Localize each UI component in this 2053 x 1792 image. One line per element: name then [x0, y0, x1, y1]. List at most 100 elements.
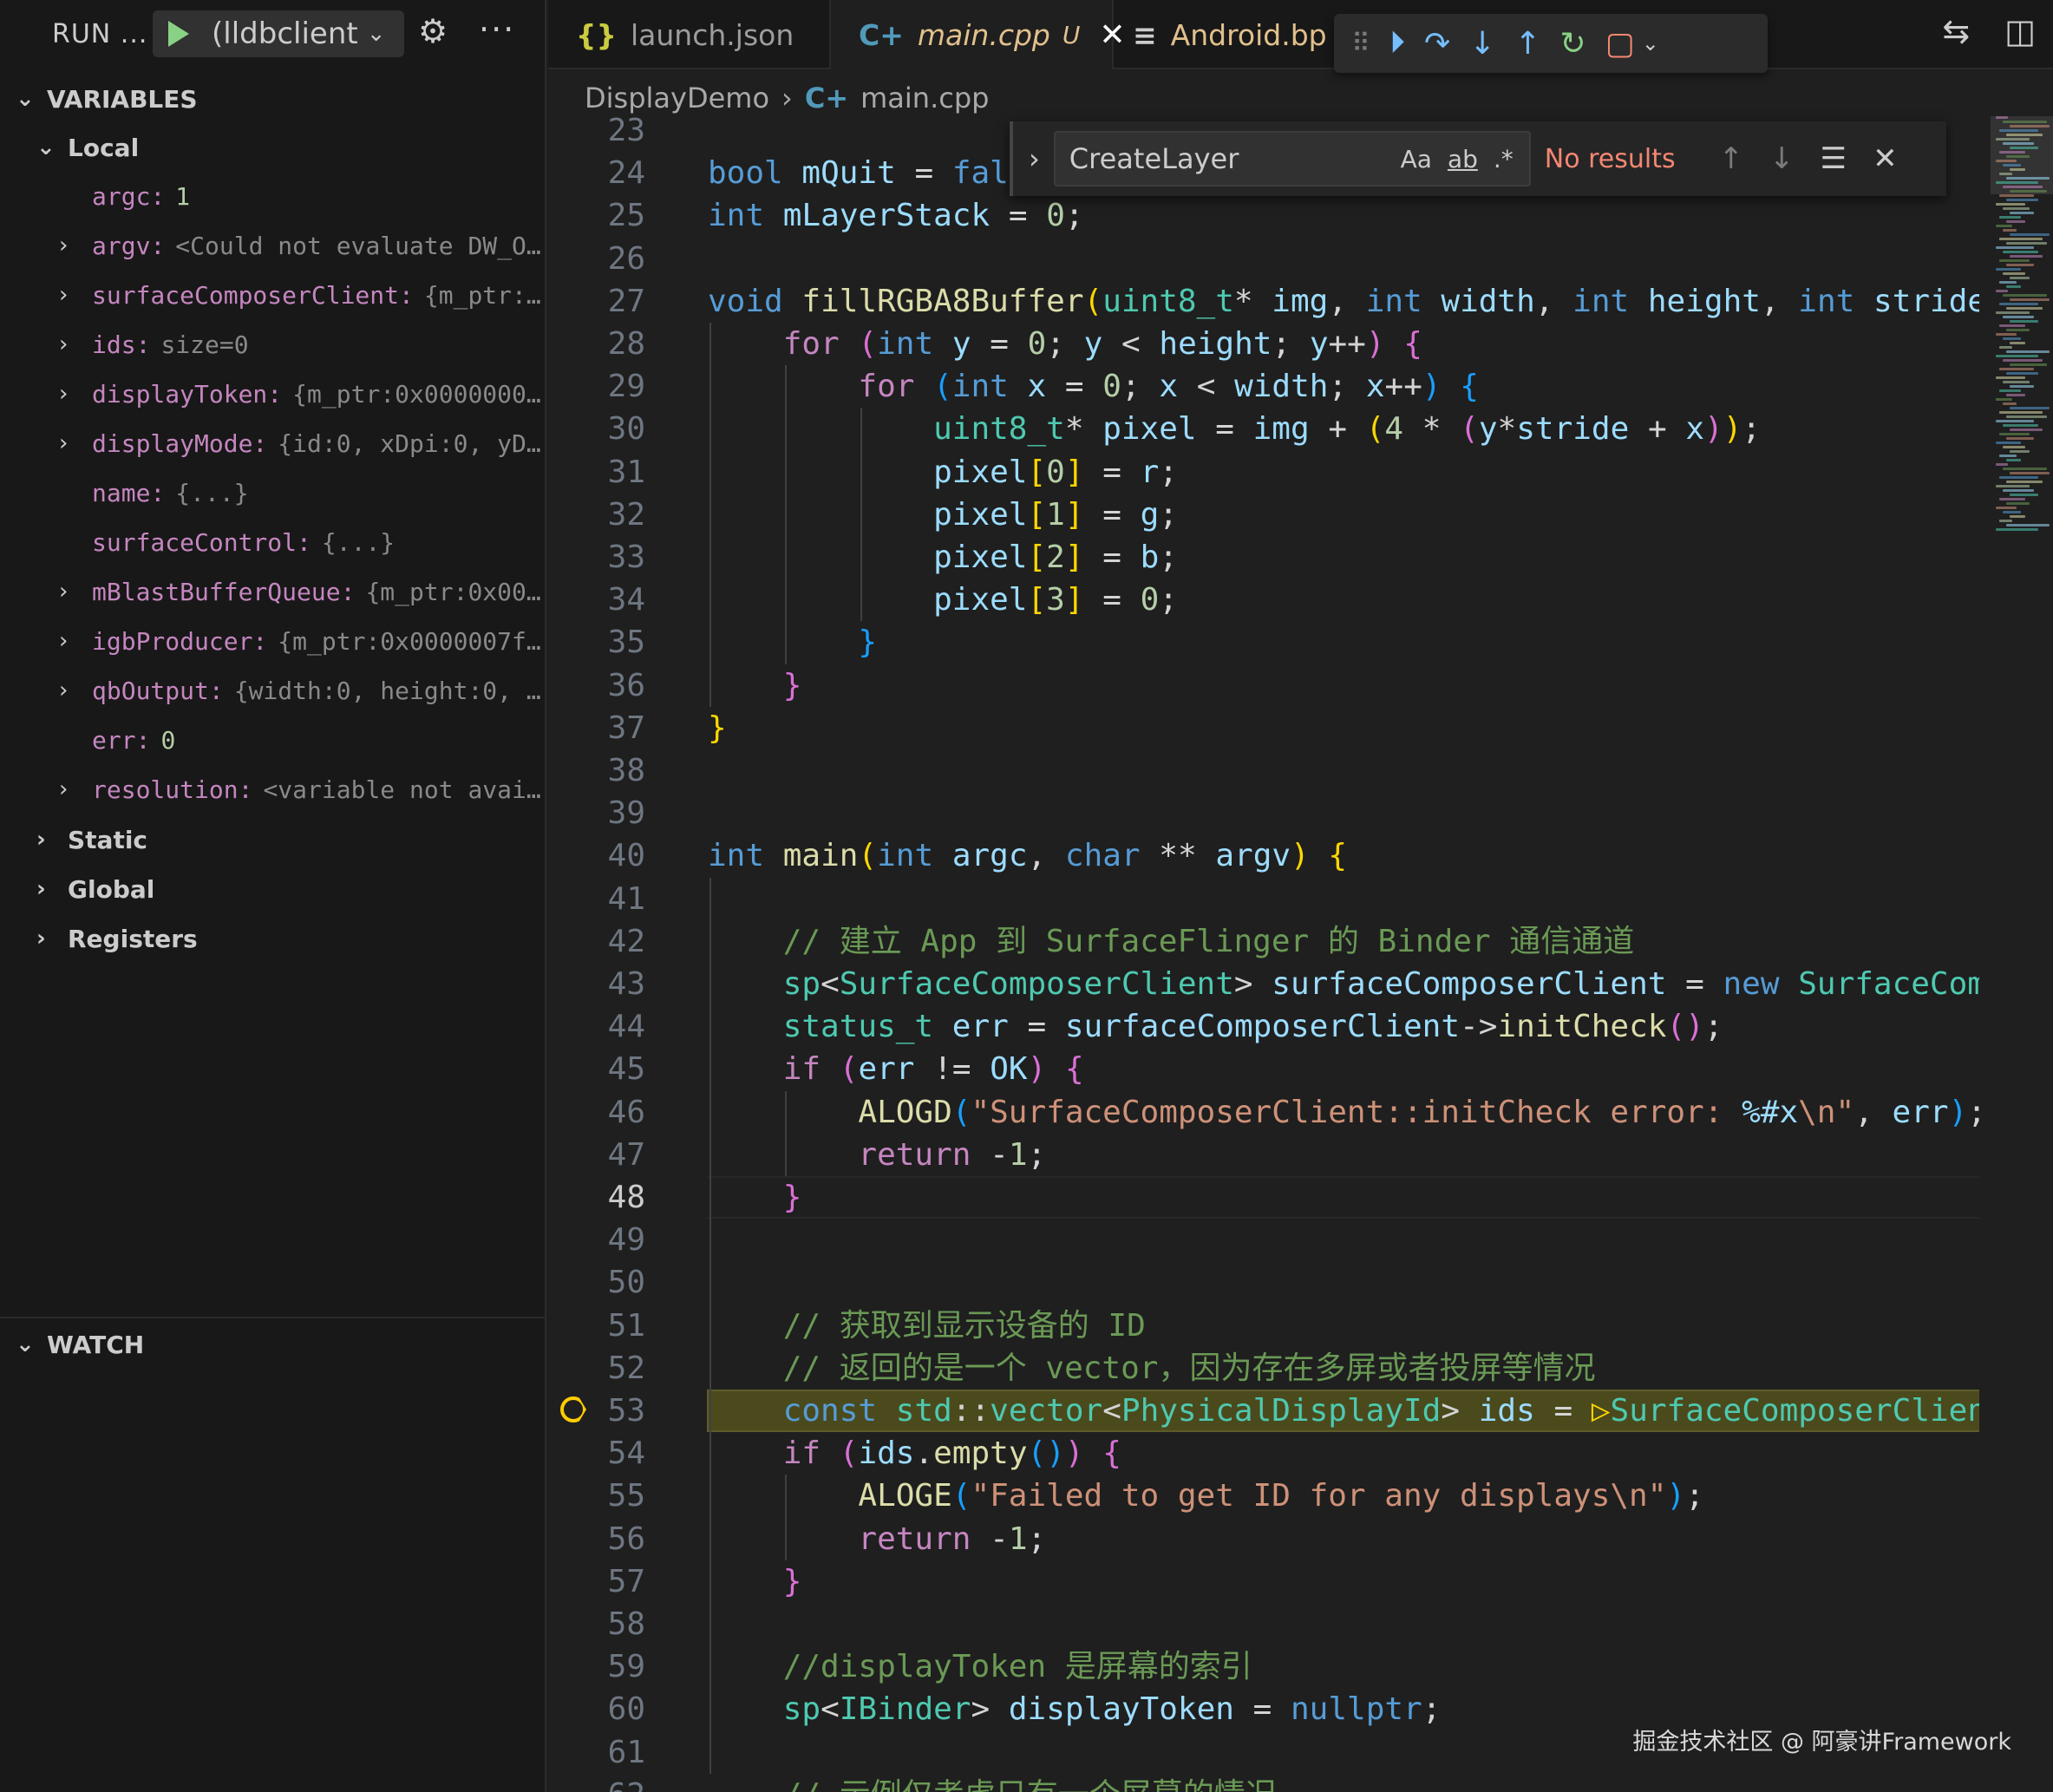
- code-line[interactable]: 47 return -1;: [548, 1134, 1979, 1176]
- code-line[interactable]: 28 for (int y = 0; y < height; y++) {: [548, 323, 1979, 365]
- scope-registers[interactable]: › Registers: [36, 914, 198, 963]
- find-in-selection-icon[interactable]: ☰: [1821, 141, 1847, 176]
- code-line[interactable]: 62 // 示例仅考虑只有一个屏幕的情况: [548, 1774, 1979, 1792]
- variable-row[interactable]: › surfaceComposerClient: {m_ptr:…: [0, 271, 545, 319]
- chevron-right-icon[interactable]: ›: [59, 381, 92, 407]
- code-line[interactable]: 56 return -1;: [548, 1518, 1979, 1560]
- code-line[interactable]: 41: [548, 878, 1979, 920]
- code-line[interactable]: 48 }: [548, 1176, 1979, 1219]
- code-line[interactable]: 45 if (err != OK) {: [548, 1048, 1979, 1090]
- minimap[interactable]: [1991, 116, 2053, 550]
- code-view[interactable]: 23 24 bool mQuit = fal 25 int mLayerStack = …: [548, 116, 1979, 1792]
- breadcrumb: DisplayDemo › C+ main.cpp: [585, 76, 989, 120]
- scope-global[interactable]: › Global: [36, 865, 154, 913]
- start-debugging-icon[interactable]: [168, 21, 189, 47]
- variable-row[interactable]: err: 0: [0, 716, 545, 764]
- code-line[interactable]: 57 }: [548, 1560, 1979, 1603]
- code-line[interactable]: 32 pixel[1] = g;: [548, 494, 1979, 536]
- code-line[interactable]: 59 //displayToken 是屏幕的索引: [548, 1645, 1979, 1688]
- code-line[interactable]: 42 // 建立 App 到 SurfaceFlinger 的 Binder 通…: [548, 920, 1979, 963]
- step-out-icon[interactable]: ↑: [1514, 26, 1540, 62]
- regex-icon[interactable]: .*: [1494, 145, 1514, 173]
- variable-row[interactable]: › igbProducer: {m_ptr:0x0000007f…: [0, 617, 545, 665]
- code-line[interactable]: 51 // 获取到显示设备的 ID: [548, 1305, 1979, 1347]
- variables-section-header[interactable]: ⌄ VARIABLES: [16, 75, 198, 123]
- code-line[interactable]: 44 status_t err = surfaceComposerClient-…: [548, 1005, 1979, 1048]
- code-line[interactable]: 40 int main(int argc, char ** argv) {: [548, 834, 1979, 877]
- code-line[interactable]: 49: [548, 1219, 1979, 1261]
- code-line[interactable]: 43 sp<SurfaceComposerClient> surfaceComp…: [548, 963, 1979, 1005]
- breadcrumb-folder[interactable]: DisplayDemo: [585, 82, 769, 114]
- chevron-right-icon[interactable]: ›: [59, 579, 92, 605]
- breadcrumb-file[interactable]: main.cpp: [860, 82, 989, 114]
- code-line[interactable]: 26: [548, 238, 1979, 280]
- chevron-right-icon[interactable]: ›: [59, 430, 92, 456]
- code-line[interactable]: 53 const std::vector<PhysicalDisplayId> …: [548, 1390, 1979, 1432]
- drag-handle-icon[interactable]: ⠿: [1351, 29, 1370, 59]
- code-line[interactable]: 46 ALOGD("SurfaceComposerClient::initChe…: [548, 1091, 1979, 1134]
- chevron-right-icon[interactable]: ›: [59, 232, 92, 258]
- match-case-icon[interactable]: Aa: [1401, 145, 1432, 173]
- code-line[interactable]: 35 }: [548, 621, 1979, 664]
- code-line[interactable]: 31 pixel[0] = r;: [548, 451, 1979, 494]
- variable-row[interactable]: › displayToken: {m_ptr:0x0000000…: [0, 370, 545, 418]
- variable-row[interactable]: › qbOutput: {width:0, height:0, …: [0, 666, 545, 715]
- code-line[interactable]: 37}: [548, 707, 1979, 749]
- variable-row[interactable]: › mBlastBufferQueue: {m_ptr:0x00…: [0, 567, 545, 616]
- line-number: 33: [607, 540, 645, 575]
- chevron-right-icon[interactable]: ›: [59, 677, 92, 703]
- chevron-right-icon[interactable]: ›: [59, 776, 92, 802]
- restart-icon[interactable]: ↻: [1560, 26, 1586, 62]
- variable-row[interactable]: name: {...}: [0, 468, 545, 517]
- chevron-down-icon[interactable]: ⌄: [1642, 31, 1659, 56]
- variable-row[interactable]: › displayMode: {id:0, xDpi:0, yD…: [0, 419, 545, 468]
- scope-local[interactable]: ⌄ Local: [36, 123, 139, 172]
- code-line[interactable]: 52 // 返回的是一个 vector，因为存在多屏或者投屏等情况: [548, 1347, 1979, 1390]
- code-line[interactable]: 34 pixel[3] = 0;: [548, 579, 1979, 621]
- split-editor-icon[interactable]: ◫: [2004, 12, 2036, 50]
- step-over-icon[interactable]: ↷: [1424, 26, 1450, 62]
- gear-icon[interactable]: ⚙: [418, 12, 448, 50]
- code-line[interactable]: 30 uint8_t* pixel = img + (4 * (y*stride…: [548, 408, 1979, 450]
- code-line[interactable]: 25 int mLayerStack = 0;: [548, 194, 1979, 237]
- chevron-right-icon[interactable]: ›: [59, 282, 92, 308]
- chevron-right-icon[interactable]: ›: [59, 628, 92, 654]
- scope-static[interactable]: › Static: [36, 815, 147, 864]
- toggle-replace-icon[interactable]: ›: [1029, 142, 1040, 175]
- previous-match-icon[interactable]: ↑: [1719, 141, 1744, 176]
- launch-config-select[interactable]: (lldbclient ⌄: [153, 10, 404, 57]
- next-match-icon[interactable]: ↓: [1769, 141, 1795, 176]
- stop-icon[interactable]: ▢: [1605, 26, 1635, 62]
- code-line[interactable]: 54 if (ids.empty()) {: [548, 1432, 1979, 1475]
- match-whole-word-icon[interactable]: ab: [1448, 145, 1478, 173]
- code-line[interactable]: 27 void fillRGBA8Buffer(uint8_t* img, int…: [548, 280, 1979, 323]
- variable-row[interactable]: › ids: size=0: [0, 320, 545, 369]
- variable-row[interactable]: surfaceControl: {...}: [0, 518, 545, 566]
- minimap-line: [1996, 376, 2025, 379]
- code-line[interactable]: 38: [548, 749, 1979, 792]
- chevron-right-icon[interactable]: ›: [59, 331, 92, 357]
- tab-launch-json[interactable]: {} launch.json: [548, 0, 831, 69]
- code-line[interactable]: 58: [548, 1603, 1979, 1645]
- code-line[interactable]: 50: [548, 1261, 1979, 1304]
- code-line[interactable]: 39: [548, 792, 1979, 834]
- tab-main-cpp[interactable]: C+ main.cpp U ✕: [831, 0, 1126, 69]
- variable-row[interactable]: › argv: <Could not evaluate DW_O…: [0, 221, 545, 270]
- compare-changes-icon[interactable]: ⇆: [1942, 12, 1970, 50]
- find-input[interactable]: CreateLayer Aa ab .*: [1053, 131, 1531, 186]
- code-line[interactable]: 33 pixel[2] = b;: [548, 536, 1979, 579]
- chevron-down-icon: ⌄: [36, 134, 56, 160]
- watch-section-header[interactable]: ⌄ WATCH: [16, 1320, 536, 1369]
- tab-android-bp[interactable]: ≡ Android.bp: [1114, 0, 1339, 69]
- code-line[interactable]: 29 for (int x = 0; x < width; x++) {: [548, 365, 1979, 408]
- continue-icon[interactable]: ⏵: [1389, 25, 1405, 62]
- step-into-icon[interactable]: ↓: [1469, 26, 1495, 62]
- close-icon[interactable]: ✕: [1873, 141, 1898, 176]
- more-actions-icon[interactable]: ···: [479, 10, 515, 49]
- variable-row[interactable]: argc: 1: [0, 172, 545, 220]
- code-line[interactable]: 36 }: [548, 664, 1979, 707]
- code-line[interactable]: 55 ALOGE("Failed to get ID for any displ…: [548, 1475, 1979, 1517]
- variable-row[interactable]: › resolution: <variable not avai…: [0, 765, 545, 814]
- minimap-line: [1996, 528, 2038, 531]
- minimap-line: [2003, 229, 2017, 232]
